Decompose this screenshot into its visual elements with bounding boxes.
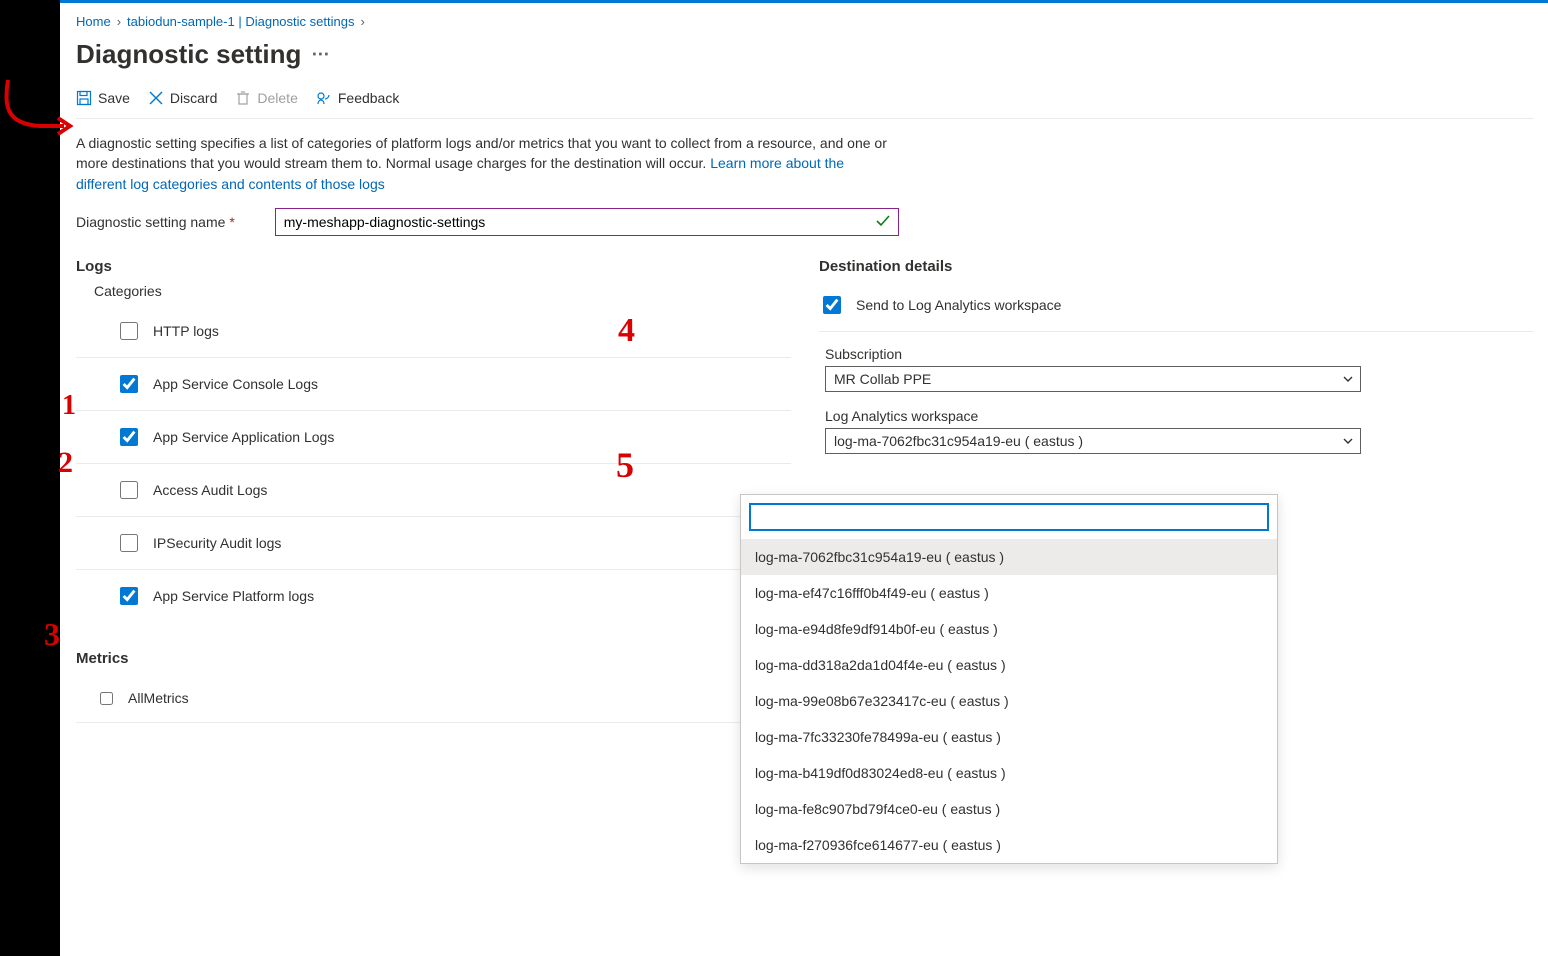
- log-category-label: App Service Platform logs: [153, 588, 314, 604]
- workspace-search-input[interactable]: [751, 505, 1267, 529]
- workspace-option[interactable]: log-ma-b419df0d83024ed8-eu ( eastus ): [741, 755, 1277, 791]
- log-category-row[interactable]: IPSecurity Audit logs: [76, 517, 791, 570]
- log-category-row[interactable]: App Service Application Logs: [76, 411, 791, 464]
- close-icon: [148, 90, 164, 106]
- send-log-analytics-label: Send to Log Analytics workspace: [856, 297, 1061, 313]
- save-icon: [76, 90, 92, 106]
- log-category-checkbox[interactable]: [120, 375, 138, 393]
- log-category-checkbox[interactable]: [120, 322, 138, 340]
- subscription-label: Subscription: [825, 346, 1534, 362]
- subscription-select[interactable]: MR Collab PPE: [825, 366, 1361, 392]
- chevron-right-icon: ›: [360, 14, 364, 29]
- log-category-label: App Service Console Logs: [153, 376, 318, 392]
- breadcrumb-resource[interactable]: tabiodun-sample-1 | Diagnostic settings: [127, 14, 354, 29]
- send-log-analytics-row[interactable]: Send to Log Analytics workspace: [819, 283, 1534, 332]
- log-category-label: IPSecurity Audit logs: [153, 535, 281, 551]
- workspace-option[interactable]: log-ma-dd318a2da1d04f4e-eu ( eastus ): [741, 647, 1277, 683]
- workspace-option[interactable]: log-ma-fe8c907bd79f4ce0-eu ( eastus ): [741, 791, 1277, 827]
- metrics-item[interactable]: AllMetrics: [76, 675, 791, 723]
- toolbar: Save Discard Delete Feedback: [76, 76, 1534, 119]
- workspace-option[interactable]: log-ma-f270936fce614677-eu ( eastus ): [741, 827, 1277, 863]
- workspace-option[interactable]: log-ma-7fc33230fe78499a-eu ( eastus ): [741, 719, 1277, 755]
- log-category-checkbox[interactable]: [120, 587, 138, 605]
- left-sidebar-area: [0, 0, 60, 956]
- log-category-row[interactable]: HTTP logs: [76, 305, 791, 358]
- allmetrics-checkbox[interactable]: [100, 692, 113, 705]
- setting-name-input[interactable]: [275, 208, 899, 236]
- log-category-label: HTTP logs: [153, 323, 219, 339]
- metrics-heading: Metrics: [76, 650, 791, 667]
- workspace-dropdown-panel: log-ma-7062fbc31c954a19-eu ( eastus )log…: [740, 494, 1278, 864]
- send-log-analytics-checkbox[interactable]: [823, 296, 841, 314]
- log-category-row[interactable]: App Service Platform logs: [76, 570, 791, 622]
- trash-icon: [235, 90, 251, 106]
- breadcrumb: Home › tabiodun-sample-1 | Diagnostic se…: [76, 14, 1534, 29]
- log-category-row[interactable]: App Service Console Logs: [76, 358, 791, 411]
- logs-heading: Logs: [76, 258, 791, 275]
- check-icon: [875, 213, 891, 232]
- more-icon[interactable]: ⋯: [311, 44, 331, 65]
- discard-button[interactable]: Discard: [148, 90, 217, 106]
- setting-name-label: Diagnostic setting name *: [76, 214, 235, 230]
- breadcrumb-home[interactable]: Home: [76, 14, 111, 29]
- page-title: Diagnostic setting: [76, 39, 301, 70]
- workspace-option[interactable]: log-ma-99e08b67e323417c-eu ( eastus ): [741, 683, 1277, 719]
- feedback-button[interactable]: Feedback: [316, 90, 399, 106]
- allmetrics-label: AllMetrics: [128, 690, 189, 706]
- categories-label: Categories: [94, 283, 791, 299]
- delete-button: Delete: [235, 90, 297, 106]
- log-category-label: App Service Application Logs: [153, 429, 334, 445]
- chevron-down-icon: [1342, 435, 1354, 447]
- workspace-option[interactable]: log-ma-ef47c16fff0b4f49-eu ( eastus ): [741, 575, 1277, 611]
- log-category-checkbox[interactable]: [120, 428, 138, 446]
- save-button[interactable]: Save: [76, 90, 130, 106]
- workspace-options-list[interactable]: log-ma-7062fbc31c954a19-eu ( eastus )log…: [741, 539, 1277, 863]
- feedback-icon: [316, 90, 332, 106]
- log-category-row[interactable]: Access Audit Logs: [76, 464, 791, 517]
- log-category-checkbox[interactable]: [120, 481, 138, 499]
- destination-heading: Destination details: [819, 258, 1534, 275]
- chevron-down-icon: [1342, 373, 1354, 385]
- workspace-option[interactable]: log-ma-e94d8fe9df914b0f-eu ( eastus ): [741, 611, 1277, 647]
- log-category-label: Access Audit Logs: [153, 482, 267, 498]
- log-category-checkbox[interactable]: [120, 534, 138, 552]
- chevron-right-icon: ›: [117, 14, 121, 29]
- description-text: A diagnostic setting specifies a list of…: [76, 133, 896, 194]
- workspace-select[interactable]: log-ma-7062fbc31c954a19-eu ( eastus ): [825, 428, 1361, 454]
- workspace-label: Log Analytics workspace: [825, 408, 1534, 424]
- workspace-option[interactable]: log-ma-7062fbc31c954a19-eu ( eastus ): [741, 539, 1277, 575]
